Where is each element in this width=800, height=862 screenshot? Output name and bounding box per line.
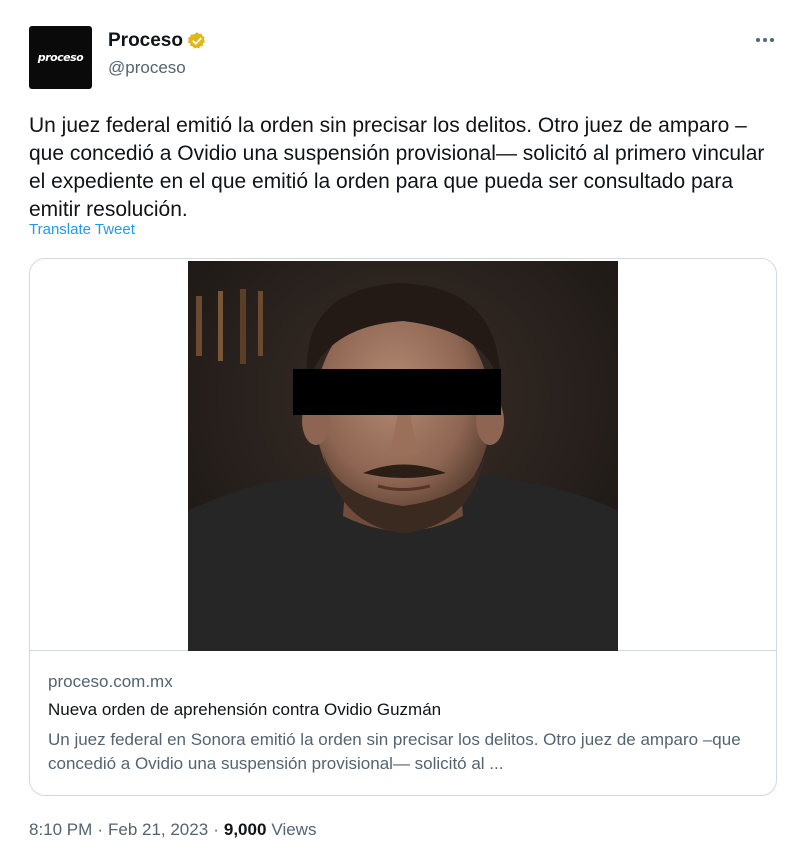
views-count[interactable]: 9,000 [224, 820, 267, 840]
name-row: Proceso [108, 30, 207, 52]
card-title: Nueva orden de aprehensión contra Ovidio… [48, 700, 442, 719]
tweet-text: Un juez federal emitió la orden sin prec… [29, 114, 765, 221]
card-description: Un juez federal en Sonora emitió la orde… [48, 730, 741, 773]
more-options-icon[interactable] [752, 30, 778, 50]
tweet-meta: 8:10 PM · Feb 21, 2023 · 9,000 Views [29, 820, 316, 840]
verified-badge-icon[interactable] [187, 31, 207, 51]
meta-separator: · [97, 820, 103, 839]
card-media[interactable] [30, 259, 776, 651]
views-label: Views [271, 820, 317, 839]
tweet: proceso Proceso @proceso Un juez federal… [0, 0, 800, 862]
tweet-time[interactable]: 8:10 PM [29, 820, 92, 840]
tweet-date[interactable]: Feb 21, 2023 [108, 820, 208, 840]
card-domain: proceso.com.mx [48, 672, 173, 691]
link-card[interactable]: proceso.com.mx Nueva orden de aprehensió… [29, 258, 777, 796]
avatar-logo-text: proceso [37, 51, 84, 64]
display-name[interactable]: Proceso [108, 30, 183, 52]
translate-tweet-link[interactable]: Translate Tweet [29, 221, 135, 238]
handle[interactable]: @proceso [108, 58, 186, 78]
avatar[interactable]: proceso [29, 26, 92, 89]
meta-separator: · [213, 820, 219, 839]
card-photo [188, 261, 618, 651]
